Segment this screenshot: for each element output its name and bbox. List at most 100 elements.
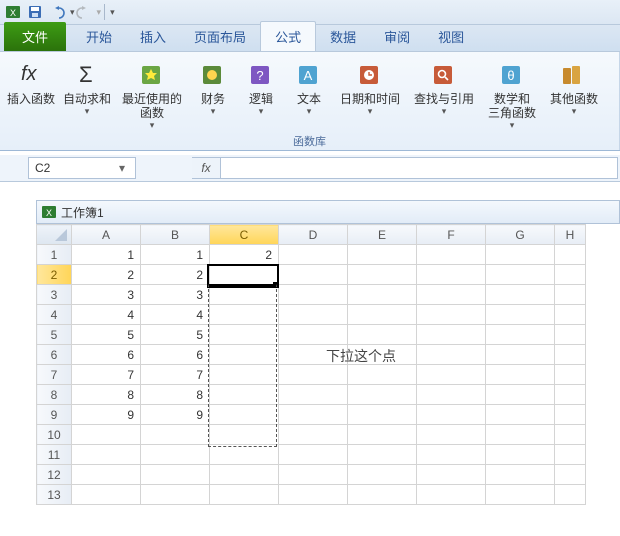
tab-view[interactable]: 视图 [424, 22, 478, 51]
cell[interactable] [555, 425, 586, 445]
cell[interactable] [417, 245, 486, 265]
cell[interactable] [486, 445, 555, 465]
name-box[interactable]: C2 ▾ [28, 157, 136, 179]
col-header-B[interactable]: B [141, 225, 210, 245]
cell[interactable] [486, 325, 555, 345]
cell[interactable] [486, 285, 555, 305]
cell[interactable]: 1 [141, 245, 210, 265]
cell[interactable]: 7 [72, 365, 141, 385]
cell[interactable] [348, 405, 417, 425]
cell[interactable] [486, 245, 555, 265]
cell[interactable] [141, 425, 210, 445]
save-icon[interactable] [26, 3, 44, 21]
insert-function-button[interactable]: fx 插入函数 [4, 54, 58, 106]
name-box-dropdown-icon[interactable]: ▾ [115, 161, 129, 175]
cell[interactable] [279, 465, 348, 485]
cell[interactable] [348, 245, 417, 265]
row-header[interactable]: 13 [37, 485, 72, 505]
fx-label[interactable]: fx [192, 157, 221, 179]
financial-button[interactable]: 财务 ▾ [190, 54, 236, 117]
cell[interactable] [348, 385, 417, 405]
cell[interactable] [555, 485, 586, 505]
tab-review[interactable]: 审阅 [370, 22, 424, 51]
cell[interactable]: 3 [141, 285, 210, 305]
cell[interactable]: 9 [141, 405, 210, 425]
cell[interactable]: 6 [141, 345, 210, 365]
cell[interactable] [486, 385, 555, 405]
col-header-C[interactable]: C [210, 225, 279, 245]
text-button[interactable]: A 文本 ▾ [286, 54, 332, 117]
cell[interactable] [348, 445, 417, 465]
tab-formulas[interactable]: 公式 [260, 21, 316, 51]
cell[interactable] [210, 285, 279, 305]
cell[interactable] [555, 385, 586, 405]
cell[interactable]: 5 [72, 325, 141, 345]
cell[interactable] [417, 305, 486, 325]
redo-icon[interactable] [75, 3, 93, 21]
row-header[interactable]: 6 [37, 345, 72, 365]
cell[interactable] [348, 485, 417, 505]
cell[interactable] [210, 405, 279, 425]
cell[interactable] [279, 305, 348, 325]
row-header[interactable]: 2 [37, 265, 72, 285]
cell[interactable] [486, 485, 555, 505]
col-header-E[interactable]: E [348, 225, 417, 245]
cell[interactable] [210, 305, 279, 325]
cell[interactable]: 4 [141, 305, 210, 325]
cell[interactable] [417, 385, 486, 405]
col-header-F[interactable]: F [417, 225, 486, 245]
cell[interactable] [486, 465, 555, 485]
col-header-G[interactable]: G [486, 225, 555, 245]
recently-used-button[interactable]: 最近使用的 函数 ▾ [116, 54, 188, 131]
cell[interactable] [555, 405, 586, 425]
cell[interactable] [417, 345, 486, 365]
tab-home[interactable]: 开始 [72, 22, 126, 51]
cell[interactable]: 4 [72, 305, 141, 325]
cell[interactable] [486, 345, 555, 365]
spreadsheet-grid[interactable]: A B C D E F G H 1112 222 333 444 555 666… [36, 224, 620, 505]
cell[interactable] [72, 445, 141, 465]
cell[interactable] [486, 305, 555, 325]
col-header-A[interactable]: A [72, 225, 141, 245]
tab-file[interactable]: 文件 [4, 22, 66, 51]
cell[interactable] [279, 385, 348, 405]
cell[interactable] [210, 325, 279, 345]
cell[interactable] [417, 405, 486, 425]
undo-icon[interactable] [48, 3, 66, 21]
row-header[interactable]: 4 [37, 305, 72, 325]
cell[interactable]: 8 [72, 385, 141, 405]
cell[interactable] [210, 365, 279, 385]
row-header[interactable]: 12 [37, 465, 72, 485]
cell[interactable] [348, 425, 417, 445]
cell[interactable] [417, 365, 486, 385]
cell[interactable] [279, 365, 348, 385]
tab-page-layout[interactable]: 页面布局 [180, 22, 260, 51]
cell[interactable] [417, 285, 486, 305]
datetime-button[interactable]: 日期和时间 ▾ [334, 54, 406, 117]
cell[interactable] [279, 425, 348, 445]
cell[interactable] [348, 365, 417, 385]
logical-button[interactable]: ? 逻辑 ▾ [238, 54, 284, 117]
cell[interactable] [210, 425, 279, 445]
cell[interactable] [279, 245, 348, 265]
cell[interactable] [348, 265, 417, 285]
cell[interactable] [555, 265, 586, 285]
cell[interactable] [210, 485, 279, 505]
cell[interactable]: 7 [141, 365, 210, 385]
cell[interactable] [72, 425, 141, 445]
row-header[interactable]: 11 [37, 445, 72, 465]
cell[interactable] [279, 405, 348, 425]
cell[interactable] [141, 465, 210, 485]
cell[interactable] [279, 325, 348, 345]
cell[interactable] [486, 425, 555, 445]
cell[interactable] [555, 345, 586, 365]
cell[interactable] [555, 285, 586, 305]
cell[interactable] [210, 345, 279, 365]
workbook-titlebar[interactable]: X 工作簿1 [36, 200, 620, 224]
row-header[interactable]: 5 [37, 325, 72, 345]
cell[interactable] [348, 305, 417, 325]
cell[interactable] [279, 485, 348, 505]
row-header[interactable]: 10 [37, 425, 72, 445]
math-trig-button[interactable]: θ 数学和 三角函数 ▾ [482, 54, 542, 131]
row-header[interactable]: 9 [37, 405, 72, 425]
